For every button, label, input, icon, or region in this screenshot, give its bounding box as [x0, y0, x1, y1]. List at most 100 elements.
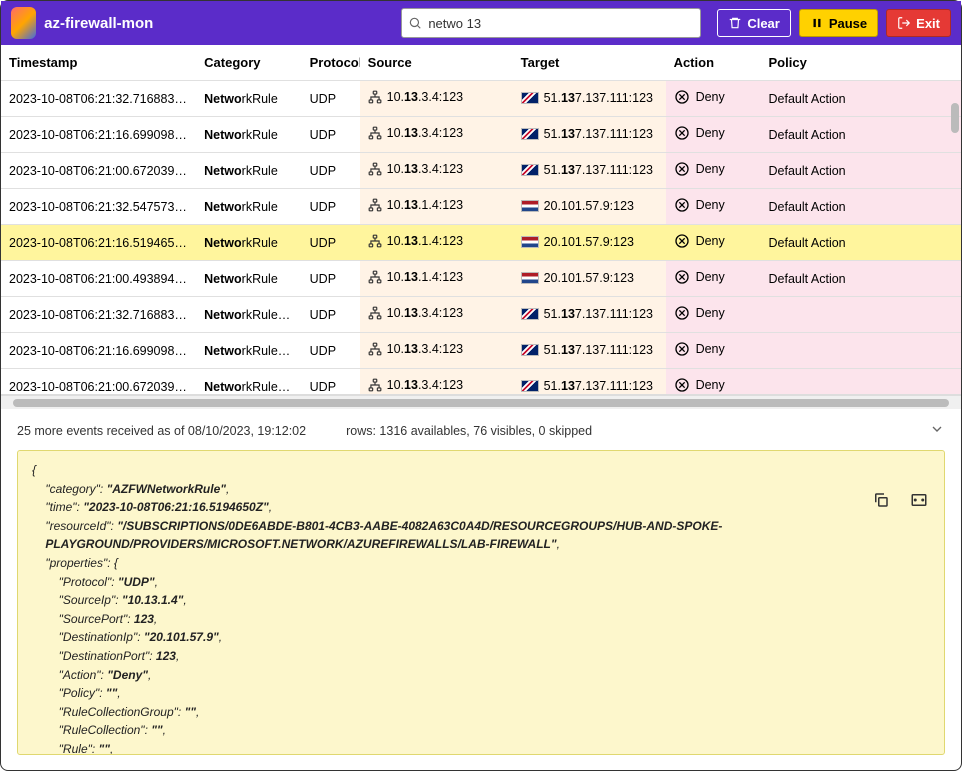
table-row[interactable]: 2023-10-08T06:21:00.4938940ZNetworkRuleU…	[1, 261, 961, 297]
cell-target: 51.137.137.111:123	[513, 369, 666, 396]
chevron-down-icon	[929, 421, 945, 437]
table-row[interactable]: 2023-10-08T06:21:32.7168830ZNetworkRule …	[1, 297, 961, 333]
deny-icon	[674, 197, 690, 213]
cell-category: NetworkRule	[196, 117, 301, 153]
cell-source: 10.13.3.4:123	[360, 333, 513, 369]
table-row[interactable]: 2023-10-08T06:21:00.6720390ZNetworkRule …	[1, 369, 961, 396]
cell-policy	[761, 333, 962, 369]
cell-protocol: UDP	[302, 261, 360, 297]
cell-target: 51.137.137.111:123	[513, 153, 666, 189]
cell-source: 10.13.3.4:123	[360, 153, 513, 189]
app-header: az-firewall-mon Clear Pause Exit	[1, 1, 961, 45]
cell-source: 10.13.3.4:123	[360, 117, 513, 153]
cell-category: NetworkRule	[196, 81, 301, 117]
cell-policy: Default Action	[761, 261, 962, 297]
horizontal-scrollbar[interactable]	[1, 395, 961, 409]
deny-icon	[674, 89, 690, 105]
exit-button[interactable]: Exit	[886, 9, 951, 37]
flag-icon	[521, 272, 539, 284]
expand-icon[interactable]	[910, 491, 928, 509]
cell-protocol: UDP	[302, 153, 360, 189]
cell-policy: Default Action	[761, 153, 962, 189]
cell-source: 10.13.1.4:123	[360, 261, 513, 297]
deny-icon	[674, 269, 690, 285]
col-action[interactable]: Action	[666, 45, 761, 81]
cell-category: NetworkRule	[196, 261, 301, 297]
table-row[interactable]: 2023-10-08T06:21:00.6720390ZNetworkRuleU…	[1, 153, 961, 189]
cell-source: 10.13.3.4:123	[360, 369, 513, 396]
cell-protocol: UDP	[302, 189, 360, 225]
status-bar: 25 more events received as of 08/10/2023…	[17, 421, 945, 440]
deny-icon	[674, 233, 690, 249]
detail-json: { "category": "AZFWNetworkRule", "time":…	[17, 450, 945, 755]
flag-icon	[521, 200, 539, 212]
app-title: az-firewall-mon	[44, 15, 153, 32]
col-source[interactable]: Source	[360, 45, 513, 81]
cell-timestamp: 2023-10-08T06:21:00.6720390Z	[1, 153, 196, 189]
table-row[interactable]: 2023-10-08T06:21:32.5475730ZNetworkRuleU…	[1, 189, 961, 225]
network-icon	[368, 90, 382, 104]
cell-source: 10.13.1.4:123	[360, 189, 513, 225]
app-logo	[11, 7, 36, 39]
search-input[interactable]	[428, 16, 694, 31]
network-icon	[368, 198, 382, 212]
cell-action: Deny	[666, 261, 761, 297]
network-icon	[368, 234, 382, 248]
cell-protocol: UDP	[302, 81, 360, 117]
flag-icon	[521, 344, 539, 356]
copy-icon[interactable]	[872, 491, 890, 509]
col-timestamp[interactable]: Timestamp	[1, 45, 196, 81]
cell-source: 10.13.3.4:123	[360, 297, 513, 333]
cell-category: NetworkRule (legac	[196, 369, 301, 396]
cell-policy: Default Action	[761, 81, 962, 117]
cell-timestamp: 2023-10-08T06:21:32.7168830Z	[1, 81, 196, 117]
search-box[interactable]	[401, 8, 701, 38]
cell-policy: Default Action	[761, 189, 962, 225]
deny-icon	[674, 161, 690, 177]
events-table: Timestamp Category Protocol Source Targe…	[1, 45, 961, 395]
network-icon	[368, 378, 382, 392]
search-icon	[408, 16, 422, 30]
rows-status: rows: 1316 availables, 76 visibles, 0 sk…	[346, 424, 592, 438]
cell-action: Deny	[666, 297, 761, 333]
cell-timestamp: 2023-10-08T06:21:16.6990980Z	[1, 333, 196, 369]
cell-target: 20.101.57.9:123	[513, 225, 666, 261]
table-row[interactable]: 2023-10-08T06:21:16.6990980ZNetworkRule …	[1, 333, 961, 369]
flag-icon	[521, 380, 539, 392]
col-protocol[interactable]: Protocol	[302, 45, 360, 81]
cell-protocol: UDP	[302, 117, 360, 153]
cell-action: Deny	[666, 153, 761, 189]
exit-icon	[897, 16, 911, 30]
cell-source: 10.13.1.4:123	[360, 225, 513, 261]
events-table-wrap[interactable]: Timestamp Category Protocol Source Targe…	[1, 45, 961, 395]
flag-icon	[521, 308, 539, 320]
cell-category: NetworkRule	[196, 225, 301, 261]
cell-category: NetworkRule (legac	[196, 333, 301, 369]
flag-icon	[521, 164, 539, 176]
cell-action: Deny	[666, 369, 761, 396]
collapse-toggle[interactable]	[929, 421, 945, 440]
col-category[interactable]: Category	[196, 45, 301, 81]
deny-icon	[674, 377, 690, 393]
cell-protocol: UDP	[302, 333, 360, 369]
footer-panel: 25 more events received as of 08/10/2023…	[1, 409, 961, 763]
col-target[interactable]: Target	[513, 45, 666, 81]
col-policy[interactable]: Policy	[761, 45, 962, 81]
pause-button[interactable]: Pause	[799, 9, 878, 37]
cell-source: 10.13.3.4:123	[360, 81, 513, 117]
clear-button[interactable]: Clear	[717, 9, 791, 37]
cell-timestamp: 2023-10-08T06:21:32.5475730Z	[1, 189, 196, 225]
table-row[interactable]: 2023-10-08T06:21:32.7168830ZNetworkRuleU…	[1, 81, 961, 117]
deny-icon	[674, 341, 690, 357]
table-row[interactable]: 2023-10-08T06:21:16.6990980ZNetworkRuleU…	[1, 117, 961, 153]
cell-action: Deny	[666, 81, 761, 117]
cell-protocol: UDP	[302, 225, 360, 261]
cell-target: 51.137.137.111:123	[513, 297, 666, 333]
cell-target: 51.137.137.111:123	[513, 81, 666, 117]
cell-target: 20.101.57.9:123	[513, 261, 666, 297]
vertical-scrollbar[interactable]	[951, 103, 959, 133]
table-row[interactable]: 2023-10-08T06:21:16.5194650ZNetworkRuleU…	[1, 225, 961, 261]
cell-action: Deny	[666, 333, 761, 369]
cell-action: Deny	[666, 189, 761, 225]
flag-icon	[521, 128, 539, 140]
